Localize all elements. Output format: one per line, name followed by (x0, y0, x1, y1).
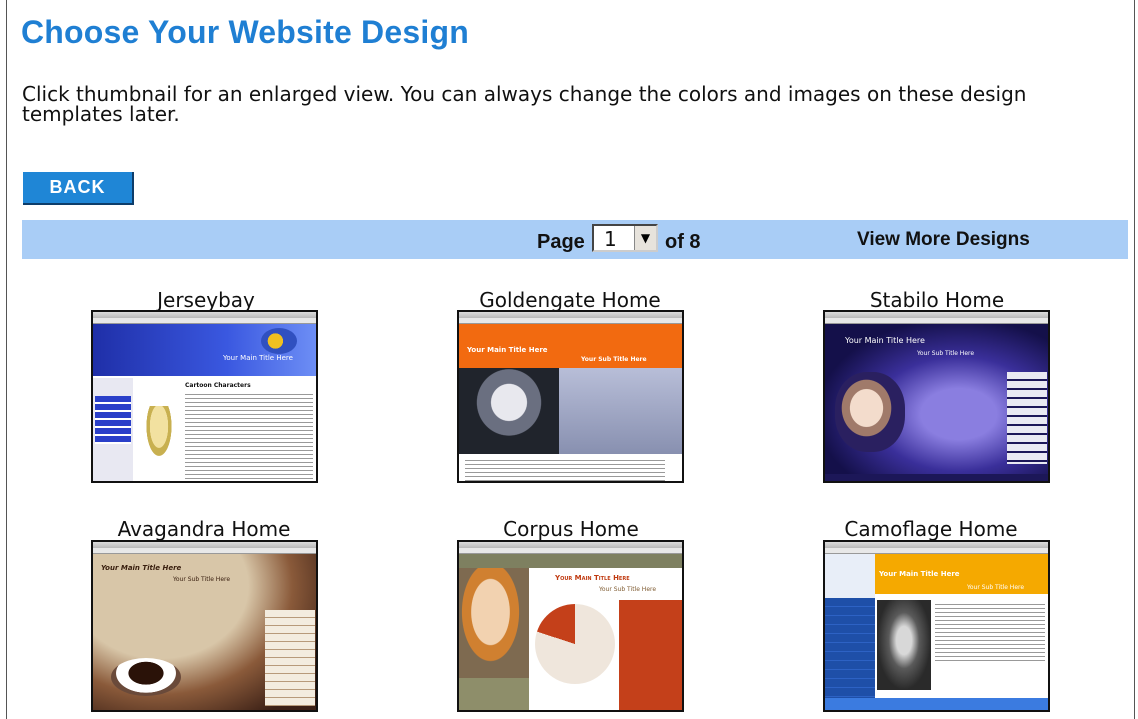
page-select-value: 1 (604, 227, 617, 251)
design-thumbnail-stabilo[interactable]: Your Main Title Here Your Sub Title Here (823, 310, 1050, 483)
thumb-panel (619, 600, 682, 710)
thumb-subtitle: Your Sub Title Here (599, 586, 657, 593)
intro-text: Click thumbnail for an enlarged view. Yo… (22, 82, 1027, 126)
thumb-nav (459, 554, 682, 568)
thumb-title: Your Main Title Here (879, 570, 960, 578)
woman-photo (459, 368, 559, 454)
thumb-text-lines (465, 460, 665, 481)
thumb-footer (825, 698, 1048, 710)
woman-photo (835, 372, 905, 452)
design-thumbnail-goldengate[interactable]: Your Main Title Here Your Sub Title Here (457, 310, 684, 483)
man-photo (877, 600, 931, 690)
bee-cartoon-icon (143, 406, 175, 464)
thumb-subtitle: Your Sub Title Here (967, 584, 1025, 591)
thumb-subtitle: Cartoon Characters (185, 382, 251, 389)
design-card-goldengate: Goldengate Home (450, 289, 690, 311)
page-label: Page (537, 231, 585, 253)
thumb-title: Your Main Title Here (467, 346, 548, 354)
thumb-nav (95, 396, 131, 444)
back-button[interactable]: BACK (23, 172, 134, 205)
thumb-title: Your Main Title Here (101, 564, 182, 572)
design-name: Corpus Home (503, 517, 639, 541)
design-card-avagandra: Avagandra Home (84, 518, 324, 540)
design-name: Goldengate Home (479, 288, 661, 312)
thumb-subtitle: Your Sub Title Here (173, 576, 231, 583)
cartoon-figure-icon (261, 328, 297, 354)
thumb-subtitle: Your Sub Title Here (917, 350, 975, 357)
pie-graphic (535, 604, 615, 684)
design-thumbnail-avagandra[interactable]: Your Main Title Here Your Sub Title Here (91, 540, 318, 712)
thumb-panel (559, 368, 682, 454)
thumb-title: Your Main Title Here (555, 574, 630, 582)
page-count-label: of 8 (665, 231, 701, 253)
design-thumbnail-corpus[interactable]: Your Main Title Here Your Sub Title Here (457, 540, 684, 712)
thumb-nav (265, 610, 315, 706)
design-thumbnail-jerseybay[interactable]: Your Main Title Here Cartoon Characters (91, 310, 318, 483)
view-more-designs-link[interactable]: View More Designs (857, 229, 1030, 251)
thumb-title: Your Main Title Here (845, 336, 925, 345)
page-title: Choose Your Website Design (21, 14, 469, 50)
design-thumbnail-camoflage[interactable]: Your Main Title Here Your Sub Title Here (823, 540, 1050, 712)
thumb-text-lines (935, 604, 1045, 662)
design-name: Camoflage Home (844, 517, 1018, 541)
thumb-nav (1007, 372, 1047, 464)
chevron-down-icon[interactable]: ▼ (634, 226, 656, 250)
thumb-subtitle: Your Sub Title Here (581, 356, 647, 363)
thumb-logo-area (825, 554, 875, 598)
design-name: Jerseybay (157, 288, 255, 312)
thumb-text-lines (185, 394, 313, 480)
design-card-stabilo: Stabilo Home (817, 289, 1057, 311)
thumb-title: Your Main Title Here (223, 354, 293, 362)
design-card-camoflage: Camoflage Home (811, 518, 1051, 540)
woman-photo (459, 568, 529, 678)
design-card-jerseybay: Jerseybay (86, 289, 326, 311)
design-card-corpus: Corpus Home (451, 518, 691, 540)
coffee-cup-icon (111, 658, 181, 696)
design-name: Avagandra Home (117, 517, 291, 541)
page-select[interactable]: 1 ▼ (592, 224, 658, 252)
thumb-nav (825, 598, 875, 698)
design-name: Stabilo Home (869, 288, 1005, 312)
thumb-footer (459, 678, 529, 710)
